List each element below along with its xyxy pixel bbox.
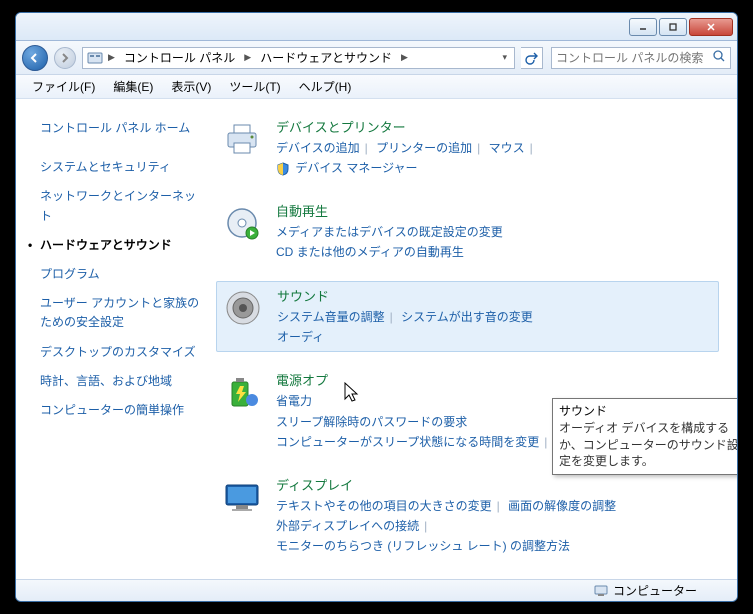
maximize-button[interactable]: [659, 18, 687, 36]
category-display: ディスプレイ テキストやその他の項目の大きさの変更| 画面の解像度の調整 外部デ…: [216, 471, 719, 561]
content: デバイスとプリンター デバイスの追加| プリンターの追加| マウス| デバイス …: [216, 99, 737, 579]
sidebar-item-region[interactable]: 時計、言語、および地域: [24, 368, 208, 395]
breadcrumb-item-hardware-sound[interactable]: ハードウェアとサウンド: [256, 49, 396, 66]
link-power-save[interactable]: 省電力: [276, 394, 312, 408]
sidebar: コントロール パネル ホーム システムとセキュリティ ネットワークとインターネッ…: [16, 99, 216, 579]
link-system-sounds[interactable]: システムが出す音の変更: [401, 310, 533, 324]
sidebar-item-home[interactable]: コントロール パネル ホーム: [24, 115, 208, 142]
category-sound: サウンド システム音量の調整| システムが出す音の変更 オーディ: [216, 281, 719, 353]
refresh-button[interactable]: [521, 47, 543, 69]
search-box[interactable]: [551, 47, 731, 69]
link-media-default[interactable]: メディアまたはデバイスの既定設定の変更: [276, 225, 503, 239]
tooltip-body: オーディオ デバイスを構成するか、コンピューターのサウンド設定を変更します。: [559, 420, 737, 470]
statusbar: コンピューター: [16, 579, 737, 601]
link-resolution[interactable]: 画面の解像度の調整: [508, 499, 616, 513]
forward-button[interactable]: [54, 47, 76, 69]
category-title-devices[interactable]: デバイスとプリンター: [276, 117, 406, 136]
menu-tools[interactable]: ツール(T): [221, 76, 288, 97]
sidebar-item-programs[interactable]: プログラム: [24, 261, 208, 288]
status-text: コンピューター: [613, 582, 697, 599]
menu-file[interactable]: ファイル(F): [24, 76, 103, 97]
search-icon[interactable]: [712, 49, 726, 66]
category-devices: デバイスとプリンター デバイスの追加| プリンターの追加| マウス| デバイス …: [216, 113, 719, 183]
chevron-right-icon[interactable]: ▶: [241, 52, 254, 63]
breadcrumb[interactable]: ▶ コントロール パネル ▶ ハードウェアとサウンド ▶ ▾: [82, 47, 515, 69]
navbar: ▶ コントロール パネル ▶ ハードウェアとサウンド ▶ ▾: [16, 41, 737, 75]
sidebar-item-users[interactable]: ユーザー アカウントと家族のための安全設定: [24, 290, 208, 336]
link-device-manager[interactable]: デバイス マネージャー: [295, 161, 417, 175]
printer-icon: [220, 117, 264, 161]
link-text-size[interactable]: テキストやその他の項目の大きさの変更: [276, 499, 492, 513]
category-autoplay: 自動再生 メディアまたはデバイスの既定設定の変更 CD または他のメディアの自動…: [216, 197, 719, 267]
category-title-display[interactable]: ディスプレイ: [276, 475, 353, 494]
sidebar-item-security[interactable]: システムとセキュリティ: [24, 154, 208, 181]
search-input[interactable]: [556, 51, 712, 65]
chevron-right-icon[interactable]: ▶: [105, 52, 118, 63]
sidebar-item-desktop[interactable]: デスクトップのカスタマイズ: [24, 339, 208, 366]
chevron-right-icon[interactable]: ▶: [398, 52, 411, 63]
link-sleep-password[interactable]: スリープ解除時のパスワードの要求: [276, 415, 467, 429]
computer-icon: [593, 583, 609, 599]
sidebar-item-network[interactable]: ネットワークとインターネット: [24, 183, 208, 229]
sidebar-item-hardware[interactable]: ハードウェアとサウンド: [24, 232, 208, 259]
menu-view[interactable]: 表示(V): [163, 76, 219, 97]
tooltip-title: サウンド: [559, 403, 737, 420]
link-add-printer[interactable]: プリンターの追加: [376, 141, 472, 155]
speaker-icon: [221, 286, 265, 330]
link-add-device[interactable]: デバイスの追加: [276, 141, 360, 155]
minimize-button[interactable]: [629, 18, 657, 36]
body: コントロール パネル ホーム システムとセキュリティ ネットワークとインターネッ…: [16, 99, 737, 579]
breadcrumb-item-control-panel[interactable]: コントロール パネル: [120, 49, 239, 66]
link-cd-autoplay[interactable]: CD または他のメディアの自動再生: [276, 245, 464, 259]
category-title-power[interactable]: 電源オプ: [276, 370, 328, 389]
autoplay-icon: [220, 201, 264, 245]
menu-edit[interactable]: 編集(E): [105, 76, 161, 97]
link-mouse[interactable]: マウス: [489, 141, 525, 155]
close-button[interactable]: [689, 18, 733, 36]
tooltip: サウンド オーディオ デバイスを構成するか、コンピューターのサウンド設定を変更し…: [552, 398, 737, 475]
link-external-display[interactable]: 外部ディスプレイへの接続: [276, 519, 419, 533]
sidebar-item-access[interactable]: コンピューターの簡単操作: [24, 397, 208, 424]
link-refresh-rate[interactable]: モニターのちらつき (リフレッシュ レート) の調整方法: [276, 539, 570, 553]
shield-icon: [276, 162, 290, 176]
titlebar: [16, 13, 737, 41]
link-sleep-time[interactable]: コンピューターがスリープ状態になる時間を変更: [276, 435, 539, 449]
control-panel-icon: [87, 50, 103, 66]
link-system-volume[interactable]: システム音量の調整: [277, 310, 385, 324]
chevron-down-icon[interactable]: ▾: [499, 52, 510, 63]
power-icon: [220, 370, 264, 414]
menubar: ファイル(F) 編集(E) 表示(V) ツール(T) ヘルプ(H): [16, 75, 737, 99]
menu-help[interactable]: ヘルプ(H): [291, 76, 360, 97]
category-title-autoplay[interactable]: 自動再生: [276, 201, 328, 220]
link-audio[interactable]: オーディ: [277, 330, 324, 344]
category-title-sound[interactable]: サウンド: [277, 286, 329, 305]
display-icon: [220, 475, 264, 519]
back-button[interactable]: [22, 45, 48, 71]
window: ▶ コントロール パネル ▶ ハードウェアとサウンド ▶ ▾ ファイル(F) 編…: [15, 12, 738, 602]
